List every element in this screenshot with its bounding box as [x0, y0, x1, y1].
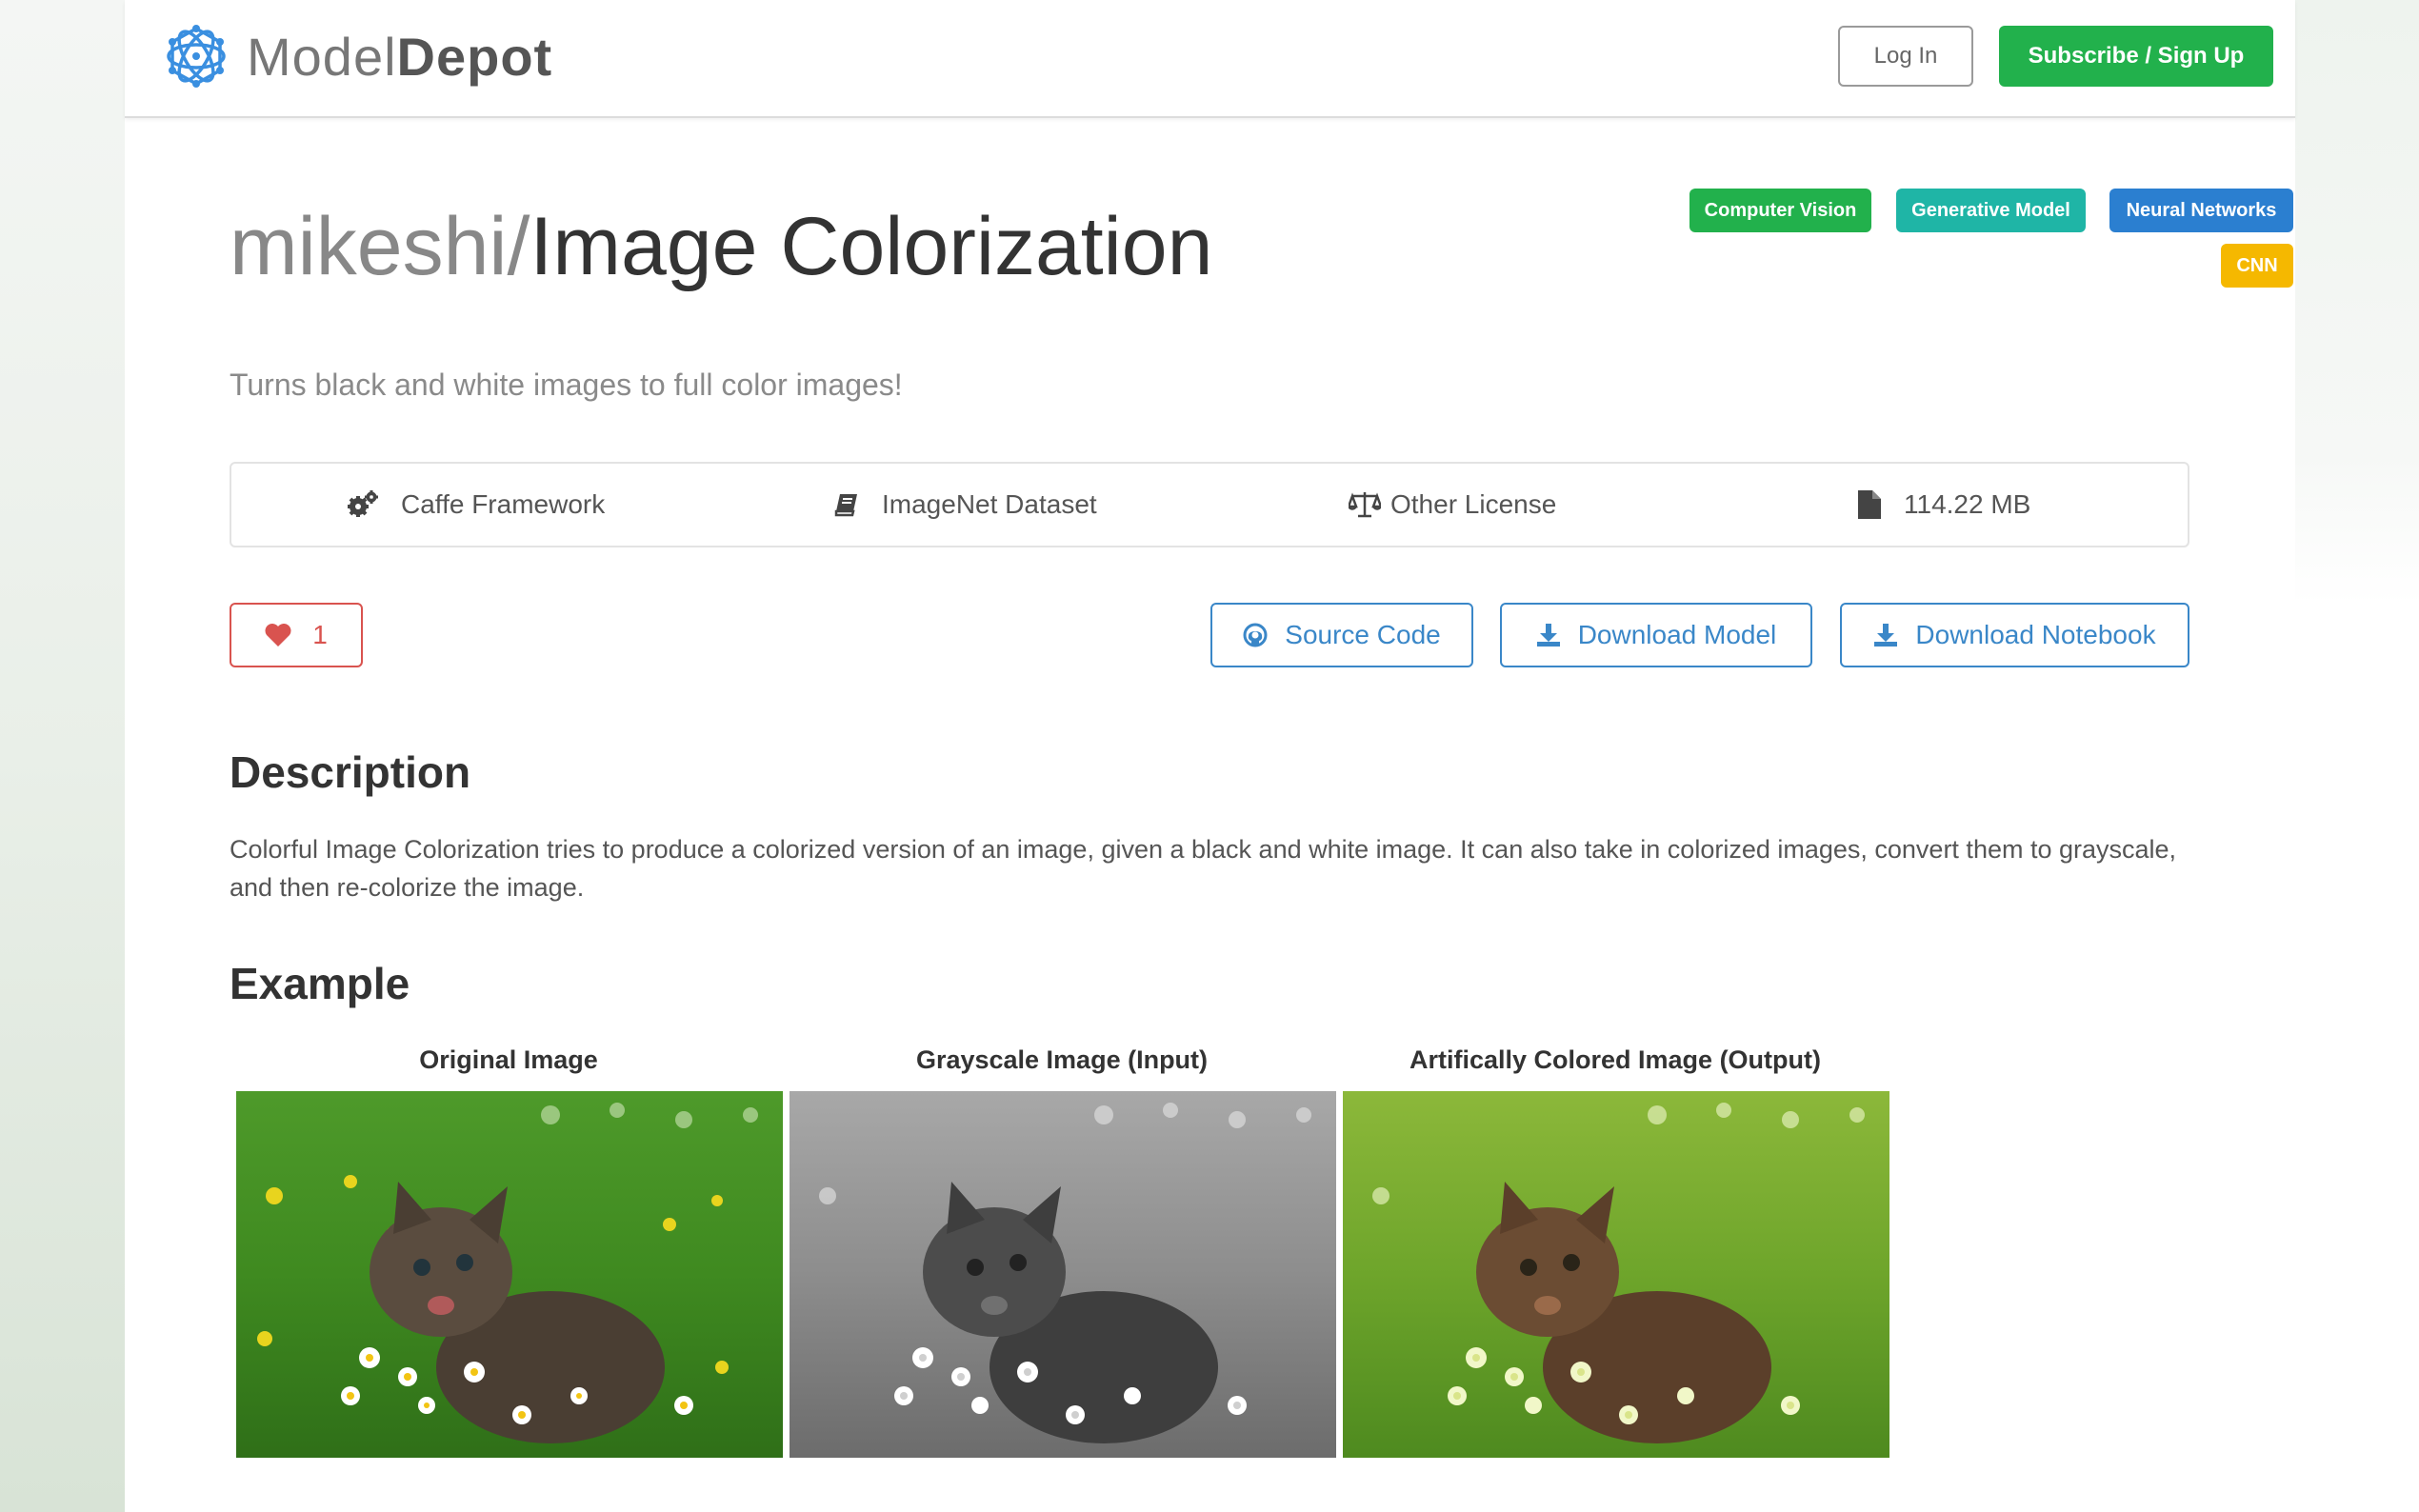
file-icon: [1858, 490, 1881, 519]
info-size-label: 114.22 MB: [1904, 489, 2031, 519]
info-dataset: ImageNet Dataset: [834, 464, 1097, 546]
model-tagline: Turns black and white images to full col…: [230, 368, 903, 402]
top-navbar: ModelDepot Log In Subscribe / Sign Up: [125, 0, 2295, 118]
info-dataset-label: ImageNet Dataset: [882, 489, 1097, 519]
kitten-photo-colorized: [1343, 1091, 1889, 1458]
info-license: Other License: [1349, 464, 1556, 546]
download-notebook-label: Download Notebook: [1915, 620, 2156, 649]
balance-scale-icon: [1349, 492, 1381, 518]
like-count: 1: [312, 620, 328, 649]
tag-neural-networks[interactable]: Neural Networks: [2109, 189, 2293, 232]
kitten-photo-grayscale: [790, 1091, 1336, 1458]
like-button[interactable]: 1: [230, 603, 363, 667]
github-icon: [1243, 623, 1268, 647]
model-name: Image Colorization: [530, 201, 1213, 292]
example-image-grayscale: [790, 1091, 1336, 1458]
download-model-button[interactable]: Download Model: [1500, 603, 1812, 667]
brand-link[interactable]: ModelDepot: [165, 23, 552, 90]
tag-generative-model[interactable]: Generative Model: [1896, 189, 2086, 232]
download-model-label: Download Model: [1577, 620, 1777, 649]
tag-computer-vision[interactable]: Computer Vision: [1689, 189, 1871, 232]
tag-cnn[interactable]: CNN: [2221, 244, 2293, 288]
source-code-button[interactable]: Source Code: [1210, 603, 1473, 667]
brand-name: ModelDepot: [247, 26, 553, 87]
example-image-colorized: [1343, 1091, 1889, 1458]
download-icon: [1874, 624, 1898, 647]
image-label-grayscale: Grayscale Image (Input): [915, 1045, 1209, 1074]
title-separator: /: [507, 201, 530, 292]
page-container: ModelDepot Log In Subscribe / Sign Up mi…: [125, 0, 2295, 1512]
background-left: [0, 0, 125, 1512]
kitten-photo-original: [236, 1091, 783, 1458]
signup-button[interactable]: Subscribe / Sign Up: [1999, 26, 2273, 87]
heart-icon: [265, 624, 291, 647]
download-notebook-button[interactable]: Download Notebook: [1840, 603, 2189, 667]
example-heading: Example: [230, 959, 410, 1008]
info-framework: Caffe Framework: [348, 464, 605, 546]
image-label-original: Original Image: [419, 1045, 598, 1074]
source-code-label: Source Code: [1285, 620, 1441, 649]
background-right: [2295, 0, 2419, 1512]
image-label-colored: Artifically Colored Image (Output): [1409, 1045, 1822, 1074]
example-image-original: [236, 1091, 783, 1458]
description-text: Colorful Image Colorization tries to pro…: [230, 835, 2177, 902]
model-owner[interactable]: mikeshi: [230, 201, 508, 292]
description-heading: Description: [230, 747, 471, 797]
info-framework-label: Caffe Framework: [401, 489, 606, 519]
info-license-label: Other License: [1390, 489, 1557, 519]
login-button[interactable]: Log In: [1838, 26, 1973, 87]
model-info-bar: Caffe Framework ImageNet Dataset Other L…: [230, 462, 2189, 547]
page-title: mikeshi/Image Colorization: [230, 200, 1212, 294]
download-icon: [1536, 624, 1560, 647]
cogs-icon: [348, 490, 378, 517]
network-logo-icon: [167, 25, 226, 88]
info-size: 114.22 MB: [1858, 464, 2030, 546]
book-icon: [834, 494, 857, 517]
